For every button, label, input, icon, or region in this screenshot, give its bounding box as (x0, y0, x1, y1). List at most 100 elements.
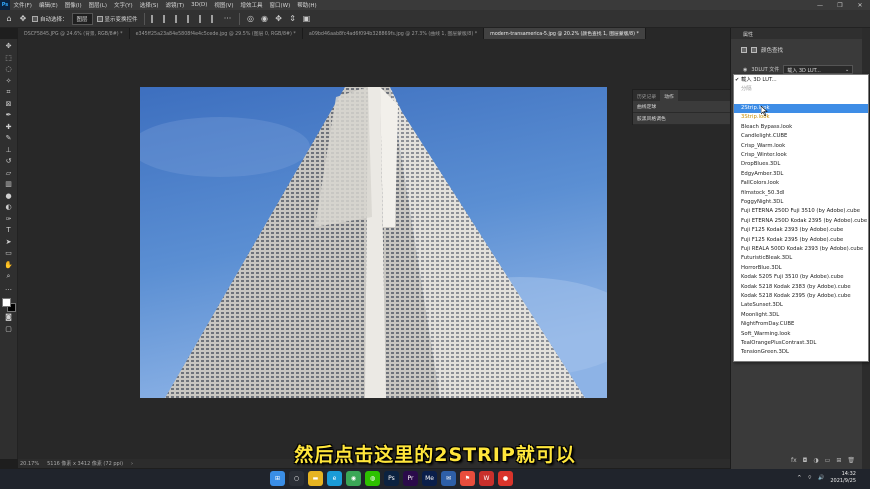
dodge-tool-icon[interactable]: ◐ (3, 202, 15, 214)
taskbar-search-icon[interactable]: ○ (289, 471, 304, 486)
menu-select[interactable]: 选择(S) (136, 1, 162, 9)
dropdown-lut-item[interactable]: HorrorBlue.3DL (734, 264, 868, 273)
tab-document-active[interactable]: modern-transamerica-5.jpg @ 20.2% (颜色查找 … (484, 28, 646, 39)
dropdown-lut-item[interactable]: Fuji F125 Kodak 2395 (by Adobe).cube (734, 236, 868, 245)
quick-mask-icon[interactable]: ◙ (3, 312, 15, 324)
dropdown-lut-item[interactable]: FallColors.look (734, 179, 868, 188)
menu-filter[interactable]: 滤镜(T) (162, 1, 188, 9)
checkbox-box[interactable] (32, 15, 38, 22)
dropdown-lut-item[interactable]: Kodak 5218 Kodak 2383 (by Adobe).cube (734, 283, 868, 292)
auto-select-dropdown[interactable]: 图层 (71, 12, 93, 25)
restore-button[interactable]: ❐ (830, 2, 850, 9)
dropdown-lut-item[interactable]: NightFromDay.CUBE (734, 320, 868, 329)
auto-select-checkbox[interactable]: 自动选择： (32, 15, 68, 23)
3d-roll-icon[interactable]: ◉ (260, 14, 270, 24)
lasso-tool-icon[interactable]: ◌ (3, 64, 15, 76)
action-item[interactable]: 曲线定球 (633, 101, 737, 113)
dropdown-lut-item[interactable]: Crisp_Warm.look (734, 142, 868, 151)
dropdown-lut-item[interactable]: Bleach Bypass.look (734, 123, 868, 132)
history-brush-icon[interactable]: ↺ (3, 156, 15, 168)
checkbox-box[interactable] (96, 15, 103, 22)
dropdown-lut-item[interactable]: TealOrangePlusContrast.3DL (734, 339, 868, 348)
dropdown-lut-item[interactable]: 2Strip.look (734, 104, 868, 114)
canvas-photo[interactable] (140, 87, 607, 398)
dropdown-lut-item[interactable]: DropBlues.3DL (734, 160, 868, 169)
taskbar-windows-start-icon[interactable]: ⊞ (270, 471, 285, 486)
dropdown-lut-item[interactable]: Crisp_Winter.look (734, 151, 868, 160)
type-tool-icon[interactable]: T (3, 225, 15, 237)
healing-brush-icon[interactable]: ✚ (3, 122, 15, 134)
rectangle-tool-icon[interactable]: ▭ (3, 248, 15, 260)
zoom-tool-icon[interactable]: ⌕ (3, 271, 15, 283)
mask-icon[interactable] (751, 47, 757, 53)
tab-document-2[interactable]: e345ff25a23a84e5808f4e4c5cede.jpg @ 29.5… (130, 28, 303, 39)
clock[interactable]: 14:32 2021/9/25 (830, 471, 856, 485)
menu-image[interactable]: 图像(I) (61, 1, 85, 9)
brush-tool-icon[interactable]: ✎ (3, 133, 15, 145)
move-tool-icon[interactable]: ✥ (3, 41, 15, 53)
show-transform-checkbox[interactable]: 显示变换控件 (96, 15, 138, 23)
magic-wand-icon[interactable]: ✧ (3, 76, 15, 88)
menu-window[interactable]: 窗口(W) (266, 1, 294, 9)
align-bottom-icon[interactable] (210, 14, 219, 23)
tab-actions[interactable]: 动作 (660, 90, 678, 101)
dropdown-lut-item[interactable]: Fuji F125 Kodak 2393 (by Adobe).cube (734, 226, 868, 235)
taskbar-premiere-icon[interactable]: Pr (403, 471, 418, 486)
dropdown-load-lut[interactable]: 载入 3D LUT... (734, 76, 868, 85)
3d-slide-icon[interactable]: ⇕ (288, 14, 298, 24)
marquee-tool-icon[interactable]: ⬚ (3, 53, 15, 65)
tab-document-1[interactable]: DSCF5845.JPG @ 24.6% (背景, RGB/8#) * (18, 28, 130, 39)
menu-layer[interactable]: 图层(L) (85, 1, 110, 9)
taskbar-media-encoder-icon[interactable]: Me (422, 471, 437, 486)
tab-properties[interactable]: 属性 (731, 28, 863, 39)
frame-tool-icon[interactable]: ⊠ (3, 99, 15, 111)
taskbar-app-flag-icon[interactable]: ⚑ (460, 471, 475, 486)
align-center-icon[interactable] (162, 14, 171, 23)
tray-caret-icon[interactable]: ^ (797, 475, 801, 481)
eraser-icon[interactable]: ▱ (3, 168, 15, 180)
dropdown-lut-item[interactable]: Soft_Warming.look (734, 330, 868, 339)
dropdown-lut-item[interactable]: TensionGreen.3DL (734, 348, 868, 357)
dropdown-lut-item[interactable]: FoggyNight.3DL (734, 198, 868, 207)
network-icon[interactable]: ⌔ (807, 475, 812, 481)
foreground-color-swatch[interactable] (1, 298, 11, 307)
more-options-icon[interactable]: ··· (223, 14, 233, 24)
menu-plugins[interactable]: 增效工具 (237, 1, 266, 9)
path-selection-icon[interactable]: ➤ (3, 237, 15, 249)
align-left-icon[interactable] (150, 14, 159, 23)
dropdown-lut-item[interactable]: 3Strip.look (734, 113, 868, 122)
home-icon[interactable]: ⌂ (4, 14, 14, 24)
align-top-icon[interactable] (186, 14, 195, 23)
dropdown-lut-item[interactable]: Moonlight.3DL (734, 311, 868, 320)
dropdown-lut-item[interactable]: Fuji ETERNA 250D Fuji 3510 (by Adobe).cu… (734, 207, 868, 216)
screen-mode-icon[interactable]: ▢ (3, 324, 15, 336)
tab-document-3[interactable]: a09bd46aab8fc4ad6f094b328869fs.jpg @ 27.… (303, 28, 485, 39)
3d-scale-icon[interactable]: ▣ (302, 14, 312, 24)
canvas-area[interactable]: 历史记录 动作 曲线定球 胶黑风格调色 (18, 39, 738, 459)
action-item[interactable]: 胶黑风格调色 (633, 113, 737, 125)
taskbar-wechat-icon[interactable]: ◍ (365, 471, 380, 486)
radio-icon[interactable]: ◉ (743, 67, 747, 73)
crop-tool-icon[interactable]: ⌗ (3, 87, 15, 99)
menu-file[interactable]: 文件(F) (10, 1, 35, 9)
3d-orbit-icon[interactable]: ◎ (246, 14, 256, 24)
move-tool-icon[interactable]: ✥ (18, 14, 28, 24)
lut-file-select[interactable]: 载入 3D LUT... ⌄ (783, 65, 854, 74)
menu-edit[interactable]: 编辑(E) (35, 1, 61, 9)
pen-tool-icon[interactable]: ✑ (3, 214, 15, 226)
align-middle-icon[interactable] (198, 14, 207, 23)
tab-history[interactable]: 历史记录 (633, 90, 660, 101)
menu-help[interactable]: 帮助(H) (294, 1, 320, 9)
taskbar-photoshop-icon[interactable]: Ps (384, 471, 399, 486)
volume-icon[interactable]: 🔊 (818, 475, 824, 481)
dropdown-lut-item[interactable]: Fuji ETERNA 250D Kodak 2395 (by Adobe).c… (734, 217, 868, 226)
dropdown-lut-item[interactable]: Kodak 5218 Kodak 2395 (by Adobe).cube (734, 292, 868, 301)
dropdown-lut-item[interactable]: Kodak 5205 Fuji 3510 (by Adobe).cube (734, 273, 868, 282)
taskbar-recorder-icon[interactable]: ● (498, 471, 513, 486)
menu-3d[interactable]: 3D(D) (188, 2, 211, 8)
menu-view[interactable]: 视图(V) (211, 1, 237, 9)
close-button[interactable]: ✕ (850, 2, 870, 9)
taskbar-edge-icon[interactable]: e (327, 471, 342, 486)
color-swatches[interactable] (1, 298, 16, 312)
more-tools-icon[interactable]: … (3, 283, 15, 295)
